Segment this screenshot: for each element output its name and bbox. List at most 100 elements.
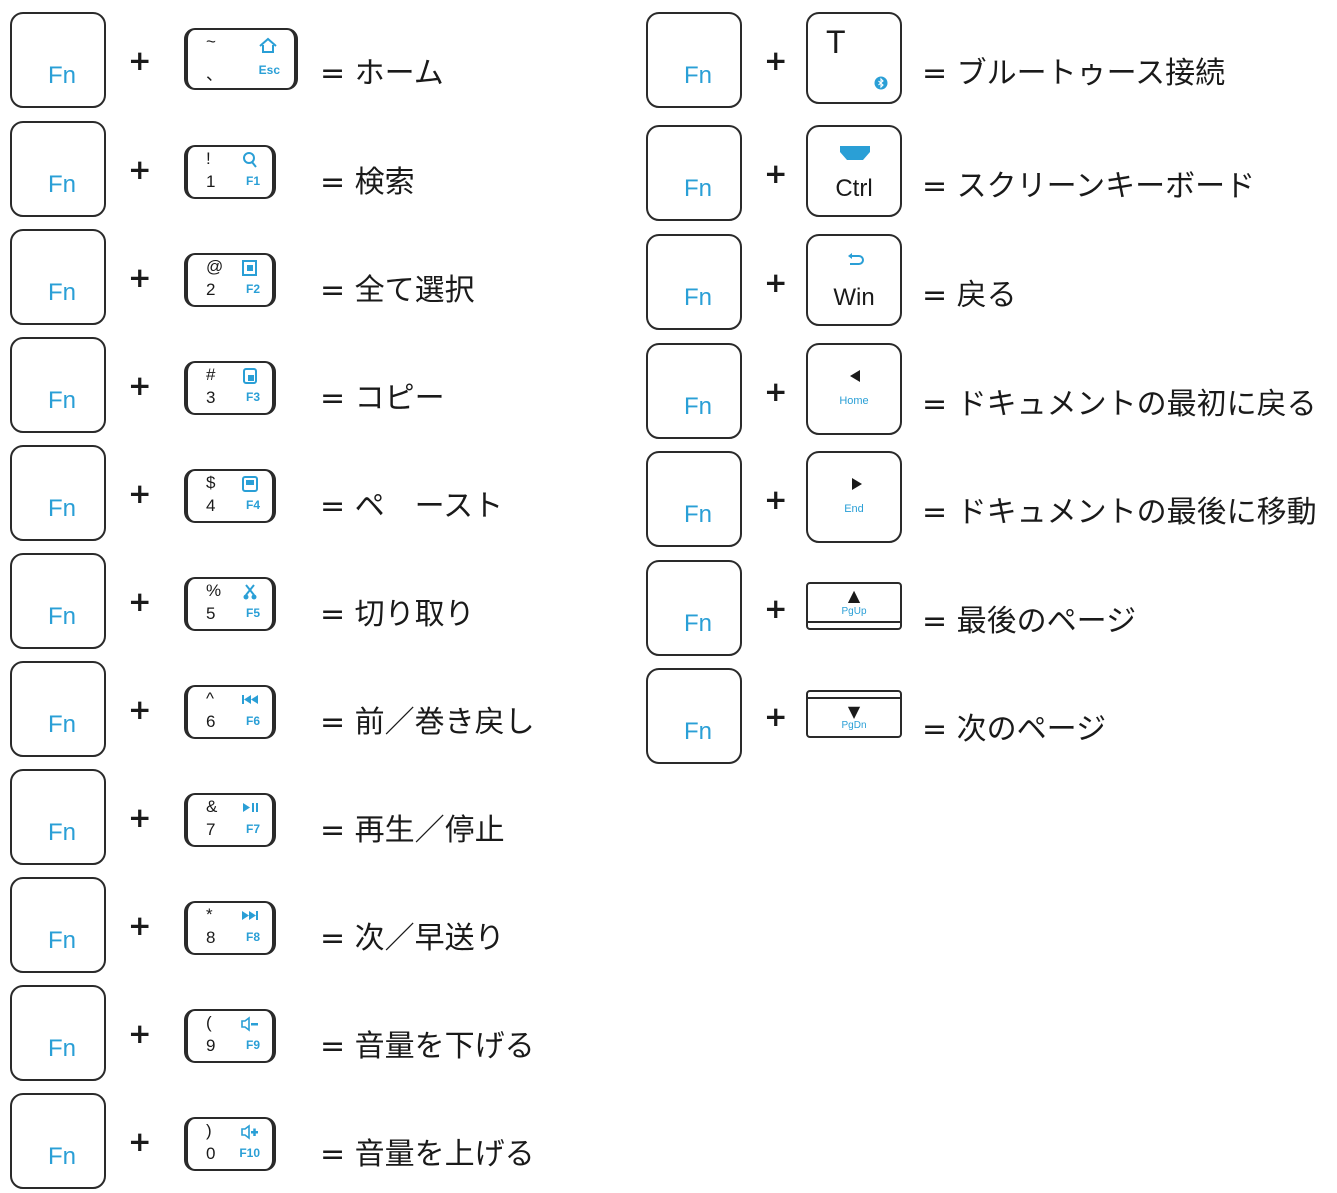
key-function-label: F9 xyxy=(245,1038,260,1052)
key-symbol: ! xyxy=(206,149,211,168)
paste-icon xyxy=(242,476,258,492)
shortcut-description: = 全て選択 xyxy=(320,273,475,308)
fn-key-label: Fn xyxy=(48,927,77,954)
fn-key-label: Fn xyxy=(684,501,713,528)
plus-sign: + xyxy=(764,157,788,190)
fn-key-label: Fn xyxy=(48,711,77,738)
shortcut-description: = コピー xyxy=(320,381,445,416)
key-digit: 5 xyxy=(206,604,216,623)
right-triangle-icon xyxy=(852,478,862,490)
shortcut-description: = ホーム xyxy=(320,56,444,91)
key-function-label: F8 xyxy=(245,930,260,944)
fn-key-label: Fn xyxy=(48,1143,77,1170)
fn-key-label: Fn xyxy=(684,62,713,89)
fn-key-label: Fn xyxy=(48,62,77,89)
key-digit: 2 xyxy=(206,280,216,299)
fn-key: Fn xyxy=(10,985,106,1081)
next-track-icon xyxy=(242,911,258,920)
t-key: T xyxy=(806,12,902,104)
fn-key: Fn xyxy=(10,445,106,541)
plus-sign: + xyxy=(764,375,788,408)
key-sublabel: PgUp xyxy=(841,606,867,617)
play-pause-icon xyxy=(243,803,258,812)
plus-sign: + xyxy=(764,44,788,77)
fn-key: Fn xyxy=(646,234,742,330)
fn-key-label: Fn xyxy=(48,819,77,846)
f8-key: * 8 F8 xyxy=(184,901,276,955)
plus-sign: + xyxy=(128,585,152,618)
plus-sign: + xyxy=(128,1125,152,1158)
key-sublabel: End xyxy=(844,503,864,515)
f6-key: ^ 6 F6 xyxy=(184,685,276,739)
plus-sign: + xyxy=(764,483,788,516)
key-symbol: ( xyxy=(206,1013,212,1032)
previous-track-icon xyxy=(242,695,258,704)
shortcut-description: = ドキュメントの最初に戻る xyxy=(922,387,1317,422)
plus-sign: + xyxy=(128,1017,152,1050)
key-symbol: % xyxy=(206,581,222,600)
fn-key: Fn xyxy=(646,125,742,221)
key-digit: 9 xyxy=(206,1036,216,1055)
volume-up-icon xyxy=(241,1124,258,1140)
fn-key: Fn xyxy=(10,229,106,325)
f10-key: ) 0 F10 xyxy=(184,1117,276,1171)
key-digit: 0 xyxy=(206,1144,216,1163)
key-symbol: $ xyxy=(206,473,216,492)
f2-key: @ 2 F2 xyxy=(184,253,276,307)
key-function-label: F3 xyxy=(245,390,260,404)
key-divider xyxy=(808,621,900,623)
left-triangle-icon xyxy=(850,370,860,382)
shortcut-description: = ペ ースト xyxy=(320,489,504,524)
key-symbol: ^ xyxy=(206,689,214,708)
fn-key-label: Fn xyxy=(48,495,77,522)
fn-key-label: Fn xyxy=(48,603,77,630)
scissors-icon xyxy=(243,584,257,600)
up-triangle-icon: ▲ xyxy=(847,586,861,605)
keyboard-icon xyxy=(840,146,870,160)
plus-sign: + xyxy=(128,153,152,186)
shortcut-description: = 戻る xyxy=(922,278,1017,313)
select-all-icon xyxy=(242,260,257,276)
shortcut-description: = 音量を上げる xyxy=(320,1137,535,1172)
key-function-label: F4 xyxy=(245,498,260,512)
key-symbol: ) xyxy=(206,1121,212,1140)
home-key: Home xyxy=(806,343,902,435)
fn-key: Fn xyxy=(10,121,106,217)
shortcut-description: = ドキュメントの最後に移動 xyxy=(922,495,1317,530)
fn-key: Fn xyxy=(10,553,106,649)
fn-key: Fn xyxy=(10,769,106,865)
key-symbol: # xyxy=(206,365,216,384)
fn-key: Fn xyxy=(10,1093,106,1189)
key-sublabel: Home xyxy=(839,395,869,407)
key-function-label: F7 xyxy=(245,822,260,836)
shortcut-description: = 前／巻き戻し xyxy=(320,705,535,740)
f3-key: # 3 F3 xyxy=(184,361,276,415)
shortcut-description: = 検索 xyxy=(320,165,415,200)
key-function-label: F2 xyxy=(245,282,260,296)
plus-sign: + xyxy=(128,44,152,77)
key-digit: 6 xyxy=(206,712,216,731)
shortcut-description: = 音量を下げる xyxy=(320,1029,535,1064)
key-symbol: ~ xyxy=(206,32,216,51)
fn-key-label: Fn xyxy=(48,1035,77,1062)
key-letter: T xyxy=(826,24,846,60)
plus-sign: + xyxy=(764,700,788,733)
f4-key: $ 4 F4 xyxy=(184,469,276,523)
key-sublabel: PgDn xyxy=(841,720,867,731)
shortcut-description: = 次のページ xyxy=(922,712,1107,747)
plus-sign: + xyxy=(128,369,152,402)
fn-key-label: Fn xyxy=(48,279,77,306)
key-digit: 4 xyxy=(206,496,216,515)
plus-sign: + xyxy=(128,801,152,834)
key-digit: 7 xyxy=(206,820,216,839)
fn-key-label: Fn xyxy=(48,171,77,198)
key-function-label: F10 xyxy=(239,1146,260,1160)
shortcut-description: = 再生／停止 xyxy=(320,813,505,848)
shortcut-description: = 切り取り xyxy=(320,597,475,632)
fn-key: Fn xyxy=(10,877,106,973)
plus-sign: + xyxy=(764,592,788,625)
volume-down-icon xyxy=(241,1016,258,1032)
key-label: Ctrl xyxy=(835,175,873,202)
down-triangle-icon: ▼ xyxy=(847,702,861,721)
fn-key: Fn xyxy=(646,343,742,439)
